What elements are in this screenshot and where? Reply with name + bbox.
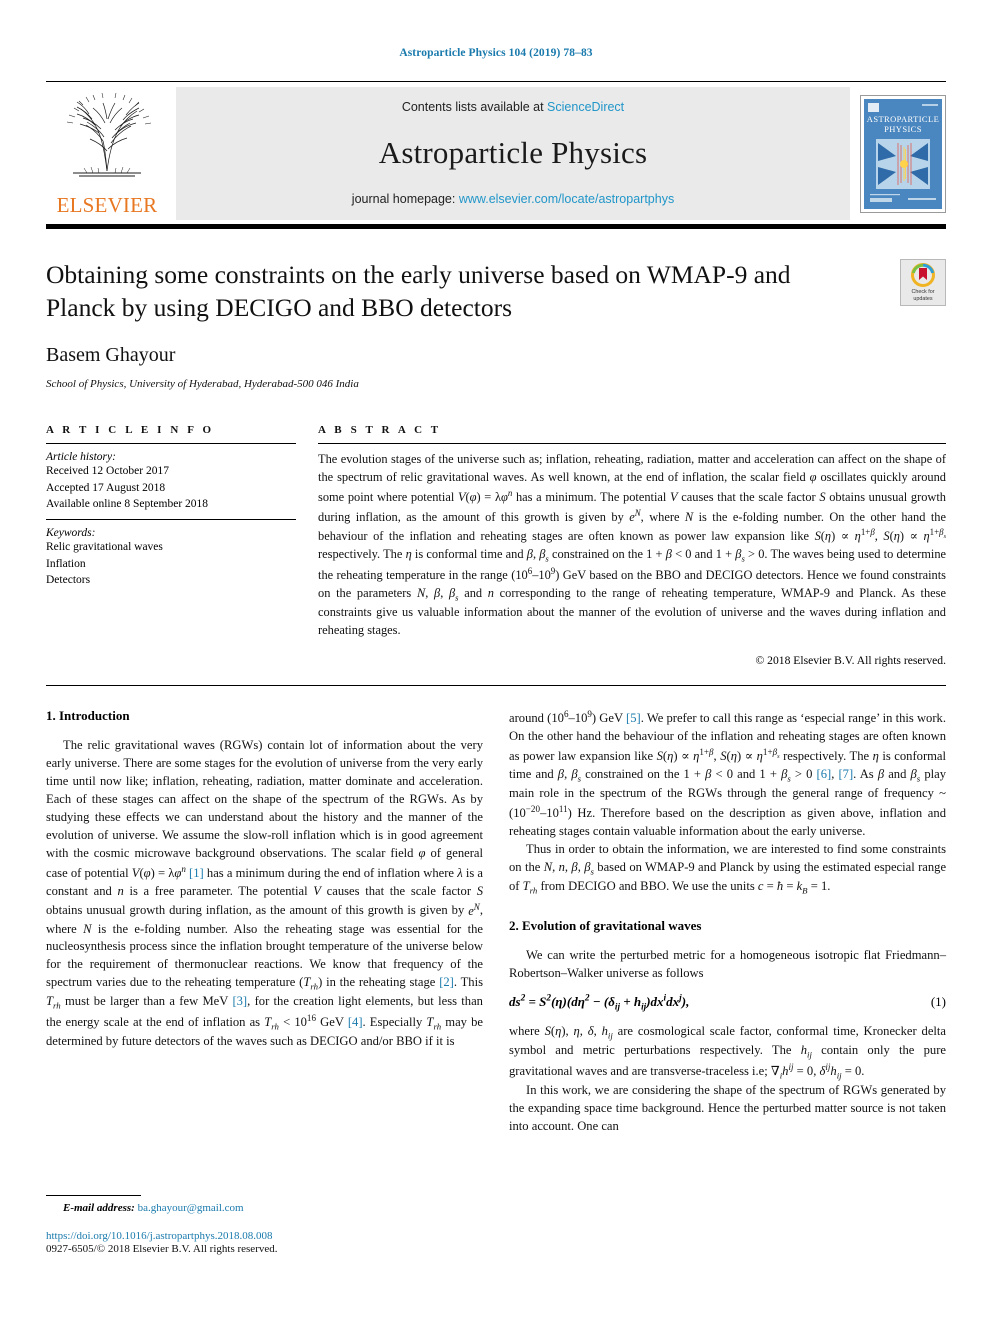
journal-cover-thumbnail[interactable]: ASTROPARTICLE PHYSICS [860,94,946,213]
journal-title: Astroparticle Physics [378,135,648,170]
running-head: Astroparticle Physics 104 (2019) 78–83 [399,47,593,59]
crossmark-label-line1: Check for [911,289,935,295]
equation-1-number: (1) [930,994,946,1010]
masthead-top-rule [46,81,946,82]
article-history-heading: Article history: [46,451,116,464]
article-history-item: Received 12 October 2017 [46,465,169,478]
abstract-body: The evolution stages of the universe suc… [318,452,947,637]
contents-prefix: Contents lists available at [401,100,548,114]
corresponding-email-line: E-mail address: ba.ghayour@gmail.com [46,1202,476,1214]
issn-copyright-line: 0927-6505/© 2018 Elsevier B.V. All right… [46,1243,278,1255]
crossmark-badge[interactable]: Check for updates [900,259,946,306]
footnote-rule [46,1195,141,1196]
doi-link[interactable]: https://doi.org/10.1016/j.astropartphys.… [46,1230,476,1242]
abstract-column: A B S T R A C T The evolution stages of … [318,424,946,667]
article-history-item: Accepted 17 August 2018 [46,481,166,494]
citation-link: [2] [439,975,454,990]
citation-link: [4] [347,1015,363,1030]
keyword-item: Relic gravitational waves [46,541,163,554]
homepage-link[interactable]: www.elsevier.com/locate/astropartphys [459,192,674,206]
journal-masthead: ELSEVIER Contents lists available at Sci… [46,87,946,220]
crossmark-label-line2: updates [913,295,933,302]
contents-list-line: Contents lists available at ScienceDirec… [402,100,624,114]
masthead-center-panel: Contents lists available at ScienceDirec… [176,87,850,220]
author-name: Basem Ghayour [46,344,176,367]
section-heading-introduction: 1. Introduction [46,708,130,724]
page-title: Obtaining some constraints on the early … [46,260,791,322]
citation-link: [6] [816,767,832,782]
evolution-paragraph-3: In this work, we are considering the sha… [509,1083,946,1133]
abstract-heading: A B S T R A C T [318,424,442,437]
abstract-copyright: © 2018 Elsevier B.V. All rights reserved… [755,654,946,668]
crossmark-logo-icon [911,263,935,287]
equation-1-body: ds2 = S2(η)(dη2 − (δij + hij)dxidxj), [509,993,690,1012]
keywords-heading: Keywords: [46,527,96,540]
intro-paragraph-1-continued: around (106–109) GeV [5]. We prefer to c… [509,709,947,839]
body-right-column: around (106–109) GeV [5]. We prefer to c… [509,708,946,1135]
citation-link: [3] [232,994,248,1009]
homepage-prefix: journal homepage: [351,192,459,206]
keywords-block: Keywords: Relic gravitational waves Infl… [46,527,296,588]
keywords-rule [46,519,296,521]
author-affiliation: School of Physics, University of Hyderab… [46,378,359,391]
crossmark-label: Check for updates [911,289,934,303]
article-history-item: Available online 8 September 2018 [46,497,209,510]
citation-link: [5] [626,711,641,726]
evolution-paragraph-2: where S(η), η, δ, hij are cosmological s… [509,1023,947,1081]
article-body: 1. Introduction The relic gravitational … [46,708,946,1135]
intro-paragraph-1: The relic gravitational waves (RGWs) con… [46,738,484,1049]
abstract-rule [318,443,946,445]
svg-text:ASTROPARTICLE: ASTROPARTICLE [867,114,939,124]
article-page: Astroparticle Physics 104 (2019) 78–83 E… [0,0,992,1323]
cover-artwork-icon: ASTROPARTICLE PHYSICS [864,98,942,209]
keyword-item: Inflation [46,557,86,570]
article-info-heading: A R T I C L E I N F O [46,424,215,437]
equation-1: ds2 = S2(η)(dη2 − (δij + hij)dxidxj), (1… [509,994,946,1012]
elsevier-logo[interactable]: ELSEVIER [46,87,168,220]
intro-paragraph-2: Thus in order to obtain the information,… [509,842,947,896]
citation-link: [1] [189,865,204,880]
citation-link: [7] [838,767,854,782]
elsevier-wordmark: ELSEVIER [56,193,158,217]
info-abstract-section: A R T I C L E I N F O Article history: R… [46,424,946,667]
abstract-bottom-rule [46,685,946,687]
email-label: E-mail address: [63,1202,135,1214]
journal-homepage-line: journal homepage: www.elsevier.com/locat… [352,192,674,206]
sciencedirect-link[interactable]: ScienceDirect [547,100,624,114]
article-info-column: A R T I C L E I N F O Article history: R… [46,424,296,667]
section-heading-evolution: 2. Evolution of gravitational waves [509,918,702,934]
evolution-paragraph-1: We can write the perturbed metric for a … [509,948,946,981]
elsevier-tree-icon [66,92,152,177]
keyword-item: Detectors [46,573,91,586]
svg-text:PHYSICS: PHYSICS [884,124,922,134]
article-info-rule [46,443,296,445]
body-left-column: 1. Introduction The relic gravitational … [46,708,483,1135]
title-block: Obtaining some constraints on the early … [46,229,946,390]
email-link[interactable]: ba.ghayour@gmail.com [138,1202,244,1214]
page-footer: E-mail address: ba.ghayour@gmail.com htt… [46,1195,476,1255]
